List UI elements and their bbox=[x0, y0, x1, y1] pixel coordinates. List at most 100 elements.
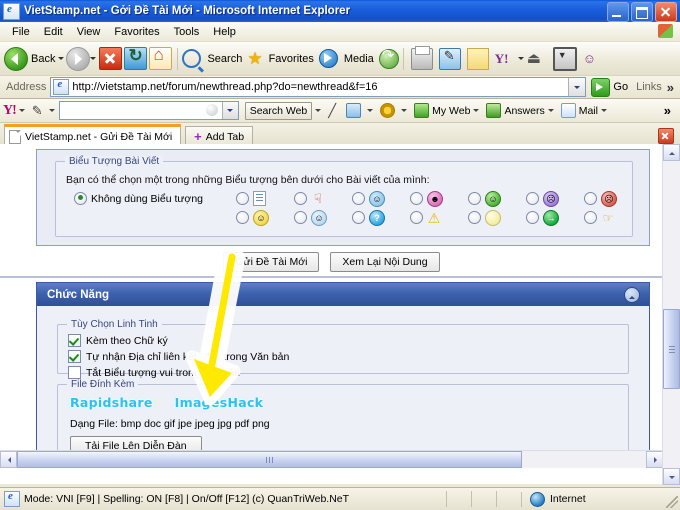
links-label[interactable]: Links bbox=[636, 81, 662, 93]
chevron-down-icon[interactable] bbox=[367, 109, 374, 115]
status-cell bbox=[471, 491, 496, 507]
home-button[interactable] bbox=[149, 45, 173, 70]
stop-button[interactable] bbox=[99, 47, 123, 70]
media-button[interactable]: Media bbox=[318, 49, 377, 68]
scroll-left-button[interactable] bbox=[0, 451, 17, 468]
lightning-icon[interactable]: ⏏ bbox=[527, 49, 547, 69]
close-tab-button[interactable] bbox=[658, 128, 674, 144]
go-button[interactable]: Go bbox=[591, 77, 628, 97]
antispy-button[interactable] bbox=[380, 103, 408, 118]
my-web-icon bbox=[414, 103, 430, 118]
messenger-icon[interactable]: ☺ bbox=[583, 49, 603, 69]
toolbar-overflow-icon[interactable]: » bbox=[667, 80, 674, 95]
radio-button-icon bbox=[410, 192, 423, 205]
icon-option-lightbulb[interactable] bbox=[468, 208, 526, 227]
close-button[interactable] bbox=[655, 2, 677, 22]
back-button[interactable]: Back bbox=[4, 46, 65, 71]
misc-options-legend: Tùy Chọn Linh Tinh bbox=[67, 319, 162, 330]
icon-option-smile-yellow[interactable]: ☺ bbox=[236, 208, 294, 227]
add-tab-button[interactable]: + Add Tab bbox=[185, 126, 254, 146]
radio-no-icon[interactable]: Không dùng Biểu tượng bbox=[74, 192, 203, 205]
forward-button[interactable] bbox=[66, 46, 97, 71]
submit-new-thread-button[interactable]: Gửi Đề Tài Mới bbox=[223, 252, 320, 272]
icon-option-smile-blue[interactable]: ☺ bbox=[352, 189, 410, 208]
icon-option-question[interactable]: ? bbox=[352, 208, 410, 227]
pencil-icon[interactable]: ✎ bbox=[32, 103, 43, 119]
menu-item-file[interactable]: File bbox=[5, 24, 37, 40]
chevron-down-icon[interactable] bbox=[401, 109, 408, 115]
icon-option-laugh-pink[interactable]: ☻ bbox=[410, 189, 468, 208]
refresh-button[interactable] bbox=[124, 46, 148, 70]
icon-option-confused-purple[interactable]: ☹ bbox=[526, 189, 584, 208]
notes-icon[interactable] bbox=[466, 47, 489, 70]
checkbox-autolink[interactable]: Tự nhận Địa chỉ liên kết URL trong Văn b… bbox=[68, 350, 628, 363]
chevron-down-icon[interactable] bbox=[547, 109, 554, 115]
radio-button-icon bbox=[236, 192, 249, 205]
yahoo-search-input[interactable] bbox=[58, 101, 239, 120]
tab-active[interactable]: VietStamp.net - Gửi Đề Tài Mới bbox=[4, 124, 182, 146]
icon-option-grin-green[interactable]: ☺ bbox=[468, 189, 526, 208]
vertical-scrollbar[interactable] bbox=[662, 144, 680, 485]
chevron-down-icon[interactable] bbox=[600, 109, 607, 115]
chevron-down-icon[interactable] bbox=[48, 109, 55, 115]
icon-option-thumbs-down[interactable]: ☟ bbox=[294, 189, 352, 208]
yahoo-logo-icon[interactable]: Y! bbox=[3, 103, 17, 119]
checkbox-signature[interactable]: Kèm theo Chữ ký bbox=[68, 334, 628, 347]
search-button[interactable]: Search bbox=[182, 49, 245, 68]
chevron-down-icon[interactable] bbox=[517, 57, 524, 63]
search-dropdown-button[interactable] bbox=[221, 102, 238, 119]
menu-item-edit[interactable]: Edit bbox=[37, 24, 70, 40]
answers-button[interactable]: Answers bbox=[486, 103, 554, 118]
checkbox-autolink-label: Tự nhận Địa chỉ liên kết URL trong Văn b… bbox=[86, 350, 290, 363]
radio-button-icon bbox=[584, 211, 597, 224]
resize-grip[interactable] bbox=[666, 496, 678, 508]
popup-blocker-button[interactable] bbox=[346, 103, 374, 118]
minimize-button[interactable] bbox=[607, 2, 629, 22]
imageshack-link[interactable]: ImagesHack bbox=[175, 395, 264, 410]
address-input[interactable]: http://vietstamp.net/forum/newthread.php… bbox=[50, 77, 587, 97]
vertical-scroll-thumb[interactable] bbox=[663, 309, 680, 389]
address-dropdown-button[interactable] bbox=[568, 78, 586, 96]
chevron-down-icon[interactable] bbox=[315, 109, 322, 115]
scroll-right-button[interactable] bbox=[646, 451, 663, 468]
horizontal-scrollbar[interactable] bbox=[0, 450, 663, 468]
highlighter-icon[interactable]: ╱ bbox=[328, 103, 336, 119]
menu-item-help[interactable]: Help bbox=[206, 24, 243, 40]
download-icon[interactable] bbox=[552, 46, 577, 71]
chevron-down-icon[interactable] bbox=[18, 109, 25, 115]
chevron-down-icon[interactable] bbox=[90, 57, 97, 63]
attachments-legend: File Đính Kèm bbox=[67, 379, 139, 390]
my-web-button[interactable]: My Web bbox=[414, 103, 480, 118]
icon-option-document[interactable] bbox=[236, 189, 294, 208]
preview-button[interactable]: Xem Lại Nội Dung bbox=[330, 252, 440, 272]
mail-button[interactable]: Mail bbox=[560, 103, 607, 118]
menu-item-favorites[interactable]: Favorites bbox=[107, 24, 166, 40]
checkbox-disable-smilies[interactable]: Tắt Biểu tượng vui trong văn bản bbox=[68, 366, 628, 379]
chevron-down-icon[interactable] bbox=[58, 57, 65, 63]
globe-icon bbox=[530, 491, 545, 507]
radio-button-icon bbox=[526, 211, 539, 224]
menu-item-tools[interactable]: Tools bbox=[167, 24, 207, 40]
search-web-button[interactable]: Search Web bbox=[244, 101, 313, 120]
favorites-button[interactable]: ★ Favorites bbox=[247, 50, 317, 67]
toolbar-separator bbox=[177, 47, 179, 70]
yahoo-overflow-icon[interactable]: » bbox=[664, 103, 671, 118]
chevron-down-icon[interactable] bbox=[473, 109, 480, 115]
edit-icon[interactable] bbox=[438, 47, 461, 70]
scroll-up-button[interactable] bbox=[663, 144, 680, 161]
scroll-down-button[interactable] bbox=[663, 468, 680, 485]
icon-option-arrow[interactable]: → bbox=[526, 208, 584, 227]
yahoo-icon[interactable]: Y! bbox=[495, 49, 515, 69]
history-icon[interactable] bbox=[378, 46, 399, 69]
icon-option-thumbs-up[interactable]: ☞ bbox=[584, 208, 642, 227]
horizontal-scroll-thumb[interactable] bbox=[17, 451, 522, 468]
icon-option-warning[interactable]: ⚠ bbox=[410, 208, 468, 227]
maximize-button[interactable] bbox=[631, 2, 653, 22]
radio-button-icon bbox=[352, 211, 365, 224]
icon-option-cool[interactable]: ☺ bbox=[294, 208, 352, 227]
rapidshare-link[interactable]: Rapidshare bbox=[70, 395, 153, 410]
icon-option-angry-red[interactable]: ☹ bbox=[584, 189, 642, 208]
menu-item-view[interactable]: View bbox=[70, 24, 108, 40]
print-icon[interactable] bbox=[410, 45, 433, 70]
collapse-icon[interactable] bbox=[624, 287, 640, 303]
